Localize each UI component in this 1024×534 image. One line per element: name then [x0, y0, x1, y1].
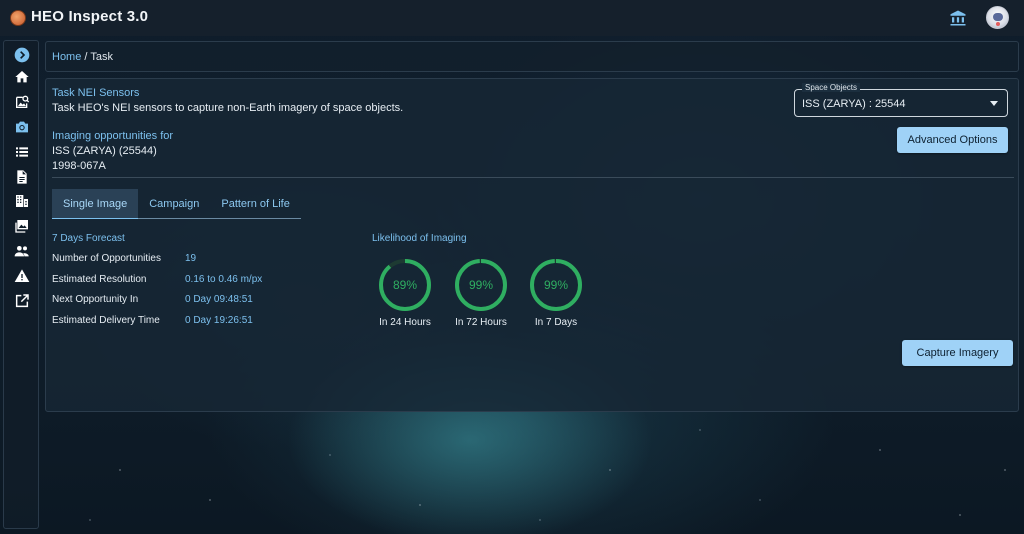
space-objects-value: ISS (ZARYA) : 25544 — [802, 98, 906, 110]
top-bar: HEO Inspect 3.0 — [0, 0, 1024, 36]
forecast-title: 7 Days Forecast — [52, 233, 125, 244]
advanced-options-button[interactable]: Advanced Options — [897, 127, 1008, 153]
avatar-badge — [996, 22, 1000, 26]
gauge-label: In 72 Hours — [455, 317, 507, 328]
institution-icon[interactable] — [949, 9, 967, 27]
gauge-label: In 24 Hours — [379, 317, 431, 328]
chevron-right-icon[interactable] — [13, 46, 31, 64]
forecast-value: 19 — [185, 253, 197, 264]
tab-pattern-of-life[interactable]: Pattern of Life — [210, 189, 301, 219]
breadcrumb-home-link[interactable]: Home — [52, 51, 81, 63]
gauge-percent: 99% — [543, 278, 569, 292]
object-name: ISS (ZARYA) (25544) — [52, 145, 157, 157]
app-logo-icon — [10, 10, 26, 26]
forecast-value: 0 Day 19:26:51 — [185, 315, 253, 326]
app-title: HEO Inspect 3.0 — [31, 8, 149, 25]
people-icon[interactable] — [13, 242, 31, 260]
forecast-label: Number of Opportunities — [52, 253, 161, 264]
breadcrumb-separator: / — [84, 51, 88, 63]
warning-icon[interactable] — [13, 267, 31, 285]
user-avatar[interactable] — [986, 6, 1009, 29]
forecast-label: Estimated Delivery Time — [52, 315, 160, 326]
task-description: Task HEO's NEI sensors to capture non-Ea… — [52, 102, 404, 114]
list-icon[interactable] — [13, 143, 31, 161]
gauge-percent: 99% — [468, 278, 494, 292]
tab-campaign[interactable]: Campaign — [138, 189, 211, 219]
object-designator: 1998-067A — [52, 160, 106, 172]
caret-down-icon — [990, 101, 998, 106]
breadcrumb: Home / Task — [45, 41, 1019, 72]
forecast-value: 0.16 to 0.46 m/px — [185, 274, 263, 285]
images-icon[interactable] — [13, 217, 31, 235]
tab-bar: Single Image Campaign Pattern of Life — [52, 189, 301, 219]
task-card: Task NEI Sensors Task HEO's NEI sensors … — [45, 78, 1019, 412]
home-icon[interactable] — [13, 68, 31, 86]
gauge-percent: 89% — [392, 278, 418, 292]
image-search-icon[interactable] — [13, 93, 31, 111]
likelihood-title: Likelihood of Imaging — [372, 233, 467, 244]
forecast-label: Next Opportunity In — [52, 294, 139, 305]
capture-imagery-button[interactable]: Capture Imagery — [902, 340, 1013, 366]
task-title: Task NEI Sensors — [52, 87, 140, 99]
document-icon[interactable] — [13, 168, 31, 186]
space-objects-label: Space Objects — [802, 83, 861, 92]
opportunities-title: Imaging opportunities for — [52, 130, 174, 142]
sidebar — [3, 40, 39, 529]
external-link-icon[interactable] — [13, 292, 31, 310]
likelihood-gauge: 89% — [377, 257, 433, 313]
avatar-visor — [993, 13, 1003, 21]
camera-icon[interactable] — [13, 118, 31, 136]
likelihood-gauge: 99% — [528, 257, 584, 313]
space-objects-select[interactable]: Space Objects ISS (ZARYA) : 25544 — [794, 83, 1008, 117]
forecast-value: 0 Day 09:48:51 — [185, 294, 253, 305]
likelihood-gauge: 99% — [453, 257, 509, 313]
section-divider — [52, 177, 1014, 178]
breadcrumb-current: Task — [90, 51, 113, 63]
forecast-label: Estimated Resolution — [52, 274, 147, 285]
tab-single-image[interactable]: Single Image — [52, 189, 139, 219]
gauge-label: In 7 Days — [534, 317, 578, 328]
building-icon[interactable] — [13, 192, 31, 210]
